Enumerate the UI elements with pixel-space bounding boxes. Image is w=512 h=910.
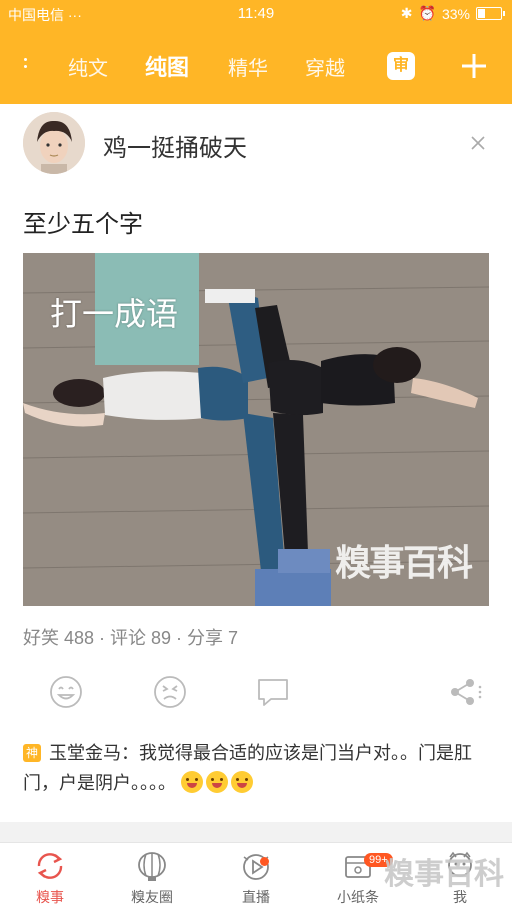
bluetooth-icon: ✱ (400, 5, 413, 21)
bottom-nav: 糗事 糗友圈 直播 99+ 小纸条 我 糗事百科 (0, 842, 512, 910)
image-overlay-text: 打一成语 (50, 296, 179, 332)
status-bar: 中国电信 ··· 11:49 ✱ ⏰ 33% (0, 0, 512, 28)
nav-item-live[interactable]: 直播 (216, 849, 296, 907)
comment-separator: ： (121, 743, 139, 763)
post-image[interactable]: 打一成语 糗事百科 (23, 253, 489, 606)
nav-label: 直播 (242, 889, 270, 905)
add-post-icon[interactable] (458, 50, 490, 82)
battery-percent: 33% (441, 5, 470, 22)
nav-label: 糗事 (36, 889, 64, 905)
app-header: 中国电信 ··· 11:49 ✱ ⏰ 33% 纯文 纯图 精华 穿越 审 (0, 0, 512, 104)
post-card: 鸡一挺捅破天 至少五个字 打一成语 糗事百科 好笑 488 · 评论 89 · … (0, 104, 512, 822)
status-icons: ✱ ⏰ 33% (400, 5, 505, 22)
username[interactable]: 鸡一挺捅破天 (103, 128, 247, 163)
review-button[interactable]: 审 (387, 52, 415, 80)
image-watermark: 糗事百科 (334, 542, 473, 583)
more-menu-icon[interactable] (24, 58, 28, 72)
laughing-emoji-icon (181, 771, 204, 793)
lantern-icon (138, 852, 166, 881)
category-tabs: 纯文 纯图 精华 穿越 审 (0, 44, 512, 90)
tab-time-travel[interactable]: 穿越 (305, 52, 345, 81)
close-icon[interactable] (470, 135, 486, 151)
nav-item-friends[interactable]: 糗友圈 (112, 849, 192, 907)
god-comment[interactable]: 神玉堂金马：我觉得最合适的应该是门当户对。。门是肛门，户是阴户。。。。 (23, 738, 493, 798)
live-play-icon (243, 854, 269, 880)
tab-pure-image[interactable]: 纯图 (145, 50, 189, 82)
nav-item-stories[interactable]: 糗事 (10, 849, 90, 907)
live-notification-dot (260, 857, 269, 866)
post-actions (0, 674, 512, 714)
comment-icon[interactable] (255, 674, 291, 710)
tab-featured[interactable]: 精华 (228, 52, 268, 81)
funny-icon[interactable] (48, 674, 84, 710)
share-icon[interactable] (446, 674, 482, 710)
battery-icon (476, 7, 505, 20)
nav-watermark: 糗事百科 (384, 858, 504, 891)
post-title: 至少五个字 (23, 211, 143, 238)
laughing-emoji-icon (206, 771, 229, 793)
not-funny-icon[interactable] (152, 674, 188, 710)
post-stats: 好笑 488 · 评论 89 · 分享 7 (23, 628, 239, 648)
god-comment-badge: 神 (23, 744, 41, 762)
tab-plain-text[interactable]: 纯文 (68, 52, 108, 81)
refresh-icon (37, 853, 63, 879)
laughing-emoji-icon (231, 771, 254, 793)
avatar[interactable] (23, 112, 85, 174)
alarm-icon: ⏰ (418, 5, 436, 21)
battery-fill (478, 9, 485, 18)
comment-author[interactable]: 玉堂金马 (49, 743, 121, 763)
nav-label: 糗友圈 (131, 889, 173, 905)
